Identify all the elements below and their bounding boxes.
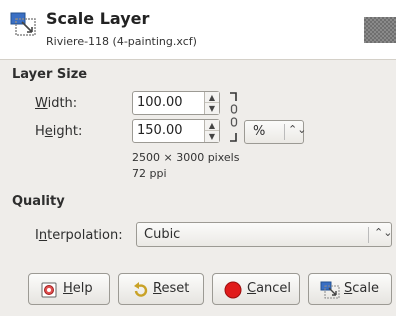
updown-arrow-icon: ⌃⌄ <box>374 226 393 239</box>
layer-size-heading: Layer Size <box>12 67 88 82</box>
scale-icon <box>320 281 340 299</box>
reset-icon <box>134 282 148 297</box>
width-increment-icon[interactable]: ▲ <box>205 92 219 103</box>
scale-label: Scale <box>344 281 379 296</box>
height-label: Height: <box>35 124 83 139</box>
unit-value: % <box>253 124 266 139</box>
height-increment-icon[interactable]: ▲ <box>205 120 219 131</box>
help-button[interactable]: Help <box>28 273 110 305</box>
reset-label: Reset <box>153 281 190 296</box>
height-decrement-icon[interactable]: ▼ <box>205 131 219 142</box>
layer-preview-thumbnail <box>364 17 396 43</box>
height-spin-buttons[interactable]: ▲ ▼ <box>204 120 219 142</box>
unit-selector[interactable]: % ⌃⌄ <box>244 120 307 144</box>
resolution-info: 72 ppi <box>132 167 167 180</box>
interpolation-separator <box>368 227 369 243</box>
height-spinbox[interactable]: 150.00 ▲ ▼ <box>132 119 220 143</box>
cancel-label: Cancel <box>247 281 292 296</box>
dialog-header: Scale Layer Riviere-118 (4-painting.xcf) <box>0 0 396 60</box>
quality-heading: Quality <box>12 194 65 209</box>
width-spinbox[interactable]: 100.00 ▲ ▼ <box>132 91 220 115</box>
reset-button[interactable]: Reset <box>118 273 204 305</box>
dialog-subtitle: Riviere-118 (4-painting.xcf) <box>46 35 197 48</box>
scale-button[interactable]: Scale <box>308 273 392 305</box>
updown-arrow-icon: ⌃⌄ <box>288 123 307 136</box>
scale-layer-icon <box>10 12 36 36</box>
interpolation-label: Interpolation: <box>35 228 123 243</box>
chain-link-icon[interactable] <box>228 91 240 143</box>
help-label: Help <box>63 281 93 296</box>
interpolation-value: Cubic <box>144 227 181 242</box>
dialog-title: Scale Layer <box>46 9 150 28</box>
width-spin-buttons[interactable]: ▲ ▼ <box>204 92 219 114</box>
interpolation-selector[interactable]: Cubic ⌃⌄ <box>136 222 392 247</box>
height-value[interactable]: 150.00 <box>137 123 183 138</box>
width-label: Width: <box>35 96 78 111</box>
help-icon <box>41 282 57 298</box>
width-value[interactable]: 100.00 <box>137 95 183 110</box>
cancel-button[interactable]: Cancel <box>212 273 300 305</box>
pixel-size-info: 2500 × 3000 pixels <box>132 151 240 164</box>
width-decrement-icon[interactable]: ▼ <box>205 103 219 114</box>
unit-separator <box>284 124 285 140</box>
cancel-icon <box>224 281 242 299</box>
